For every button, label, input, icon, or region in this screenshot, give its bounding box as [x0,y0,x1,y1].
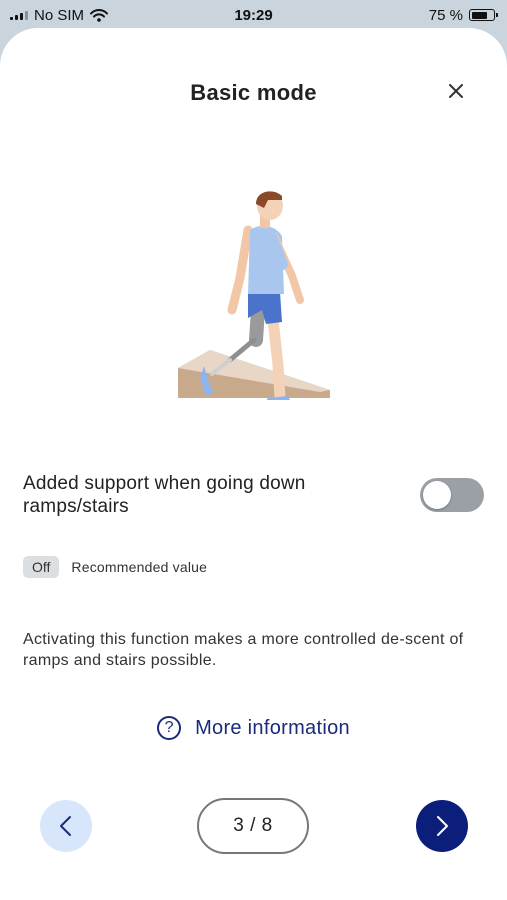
close-icon [449,84,463,98]
chevron-right-icon [437,816,448,836]
page-indicator: 3 / 8 [197,798,309,854]
recommended-badge: Off [23,556,60,578]
battery-fill [471,11,487,19]
chevron-left-icon [60,816,71,836]
prosthetic-leg-walking-down-ramp-illustration [170,160,340,406]
modal-sheet: Basic mode Added support when going down… [0,28,507,900]
status-right: 75 % [428,6,498,24]
setting-description: Activating this function makes a more co… [23,631,464,669]
status-bar: No SIM 19:29 75 % [0,0,507,30]
toggle-knob [423,481,451,509]
battery-percent: 75 % [428,6,463,24]
recommended-label: Recommended value [71,559,208,575]
signal-icon [10,10,28,20]
status-left: No SIM [10,6,109,24]
support-toggle[interactable] [420,478,484,512]
page-title: Basic mode [190,80,317,105]
help-icon: ? [157,716,182,740]
next-button[interactable] [416,800,468,852]
close-button[interactable] [445,80,467,102]
more-information-label: More information [195,716,350,739]
battery-icon [469,9,498,21]
carrier-label: No SIM [34,6,85,24]
wifi-icon [90,8,109,22]
setting-label: Added support when going down ramps/stai… [23,473,306,517]
previous-button[interactable] [40,800,92,852]
recommended-row: Off Recommended value [23,556,207,578]
more-information-link[interactable]: ? More information [0,716,507,740]
